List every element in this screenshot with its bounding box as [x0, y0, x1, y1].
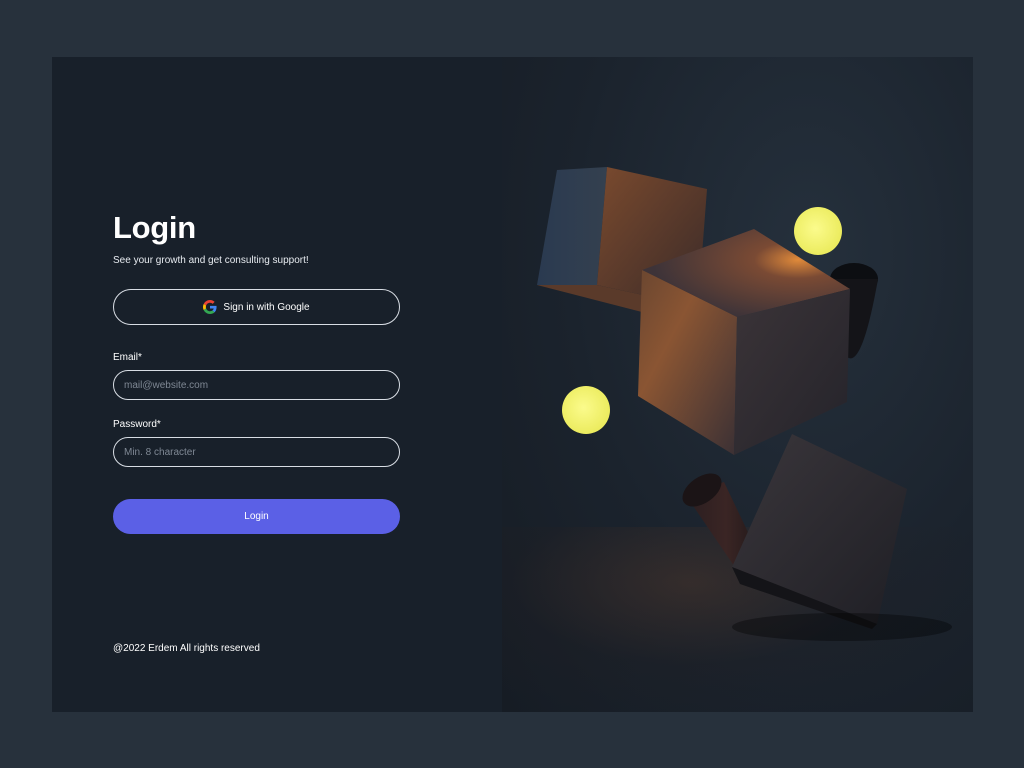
login-button[interactable]: Login: [113, 499, 400, 534]
yellow-sphere-left: [562, 386, 610, 434]
page-title: Login: [113, 210, 196, 245]
password-label: Password*: [113, 419, 161, 430]
email-label: Email*: [113, 352, 142, 363]
footer-copyright: @2022 Erdem All rights reserved: [113, 643, 260, 654]
floor-shadow: [732, 613, 952, 641]
password-field-wrapper: [113, 437, 400, 467]
password-field[interactable]: [114, 438, 399, 466]
lower-cube-front-face: [732, 434, 907, 624]
google-signin-label: Sign in with Google: [223, 301, 310, 313]
main-cube-side-face: [734, 289, 850, 455]
login-card: Login See your growth and get consulting…: [52, 57, 973, 712]
page-subtitle: See your growth and get consulting suppo…: [113, 255, 309, 266]
yellow-sphere-top: [794, 207, 842, 255]
login-form-panel: Login See your growth and get consulting…: [52, 57, 502, 712]
back-cube-left-face: [537, 167, 607, 285]
email-field-wrapper: [113, 370, 400, 400]
google-g-icon: [203, 300, 217, 314]
floating-shapes-illustration: [537, 167, 952, 641]
email-field[interactable]: [114, 371, 399, 399]
login-button-label: Login: [244, 511, 269, 522]
hero-illustration: [502, 57, 973, 712]
google-signin-button[interactable]: Sign in with Google: [113, 289, 400, 325]
